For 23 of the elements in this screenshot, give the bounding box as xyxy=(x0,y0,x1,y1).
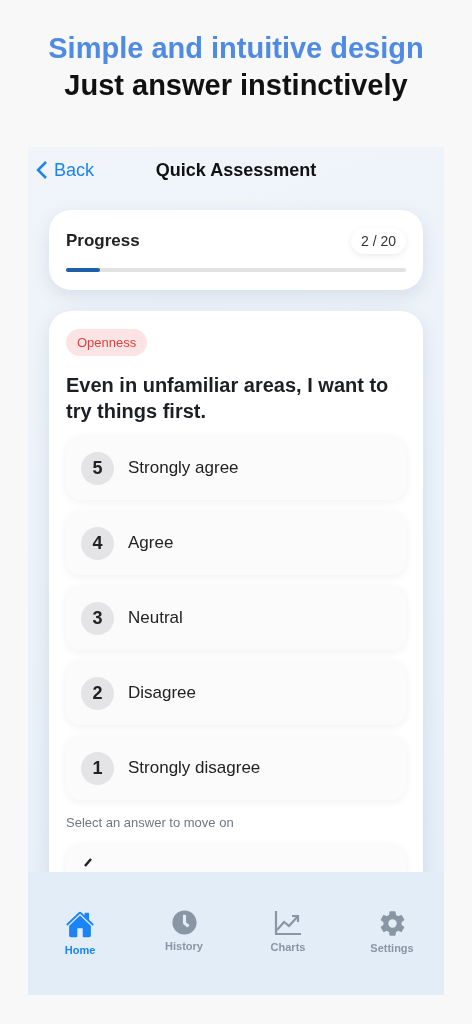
answer-number: 3 xyxy=(81,601,114,635)
answer-number: 4 xyxy=(81,526,114,560)
answer-label: Strongly agree xyxy=(128,458,239,478)
answer-option[interactable]: 2 Disagree xyxy=(66,661,406,725)
progress-label: Progress xyxy=(66,231,140,251)
screen-title: Quick Assessment xyxy=(155,159,317,181)
headline: Simple and intuitive design xyxy=(48,32,424,65)
answer-number: 5 xyxy=(81,451,114,485)
answer-label: Neutral xyxy=(128,608,183,628)
answer-number: 1 xyxy=(81,751,114,785)
category-tag: Openness xyxy=(66,329,148,356)
subheadline: Just answer instinctively xyxy=(64,69,408,102)
hint-text: Select an answer to move on xyxy=(66,815,235,830)
answer-option[interactable]: 3 Neutral xyxy=(66,586,406,650)
answer-option[interactable]: 4 Agree xyxy=(66,511,406,575)
answer-label: Strongly disagree xyxy=(128,758,261,778)
answer-label: Agree xyxy=(128,533,174,553)
answer-option[interactable]: 1 Strongly disagree xyxy=(66,736,406,800)
question-text: Even in unfamiliar areas, I want to try things first. xyxy=(66,373,390,424)
answer-option[interactable]: 5 Strongly agree xyxy=(66,436,406,500)
answer-number: 2 xyxy=(81,676,114,710)
answer-label: Disagree xyxy=(128,683,197,703)
progress-count: 2 / 20 xyxy=(350,228,406,254)
